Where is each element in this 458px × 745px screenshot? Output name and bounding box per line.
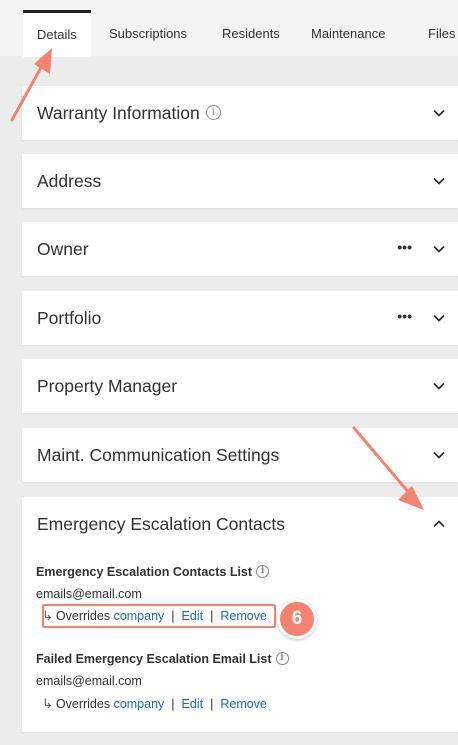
failed-list-label: Failed Emergency Escalation Email List i (36, 652, 289, 666)
failed-list-email: emails@email.com (36, 674, 142, 688)
chevron-down-icon[interactable] (432, 242, 446, 256)
contacts-list-email: emails@email.com (36, 587, 142, 601)
panel-title-text: Warranty Information (37, 103, 200, 123)
overrides-text: Overrides (55, 697, 114, 711)
panel-portfolio: Portfolio ••• (22, 291, 458, 345)
tab-details[interactable]: Details (23, 10, 91, 57)
panel-header[interactable]: Maint. Communication Settings (22, 428, 458, 482)
tab-maintenance[interactable]: Maintenance (311, 10, 385, 56)
panel-header[interactable]: Portfolio ••• (22, 291, 458, 345)
chevron-down-icon[interactable] (432, 174, 446, 188)
remove-link[interactable]: Remove (220, 697, 267, 711)
chevron-down-icon[interactable] (432, 448, 446, 462)
separator: | (210, 697, 214, 711)
panel-title: Property Manager (37, 376, 178, 396)
panel-header[interactable]: Address (22, 154, 458, 208)
info-icon[interactable]: i (275, 652, 289, 666)
panel-owner: Owner ••• (22, 222, 458, 276)
contacts-list-label: Emergency Escalation Contacts List i (36, 565, 270, 579)
chevron-down-icon[interactable] (432, 311, 446, 325)
chevron-up-icon[interactable] (432, 517, 446, 531)
step-badge: 6 (277, 599, 317, 639)
failed-list-label-text: Failed Emergency Escalation Email List (36, 652, 272, 666)
tab-subscriptions[interactable]: Subscriptions (109, 10, 187, 56)
panel-property-manager: Property Manager (22, 359, 458, 413)
tab-residents[interactable]: Residents (222, 10, 280, 56)
separator: | (171, 697, 175, 711)
info-icon[interactable]: i (205, 104, 221, 120)
tab-files[interactable]: Files (428, 10, 455, 56)
panel-warranty-information: Warranty Information i (22, 86, 458, 140)
panel-title: Portfolio (37, 308, 102, 328)
return-arrow-icon: ↳ (42, 696, 53, 711)
contacts-list-label-text: Emergency Escalation Contacts List (36, 565, 253, 579)
tab-bar: Details Subscriptions Residents Maintena… (0, 0, 458, 57)
panel-header[interactable]: Warranty Information i (22, 86, 458, 140)
panel-title: Maint. Communication Settings (37, 445, 280, 465)
panel-title: Address (37, 171, 102, 191)
company-link[interactable]: company (114, 697, 165, 711)
panel-maint-communication-settings: Maint. Communication Settings (22, 428, 458, 482)
panel-title: Owner (37, 239, 89, 259)
more-icon[interactable]: ••• (397, 306, 412, 326)
panel-header[interactable]: Owner ••• (22, 222, 458, 276)
chevron-down-icon[interactable] (432, 379, 446, 393)
panel-title: Warranty Information i (37, 86, 221, 140)
failed-list-override-row: ↳ Overrides company | Edit | Remove (42, 693, 267, 715)
edit-link[interactable]: Edit (182, 697, 204, 711)
panel-title: Emergency Escalation Contacts (37, 514, 286, 534)
panel-header[interactable]: Emergency Escalation Contacts (22, 497, 458, 551)
chevron-down-icon[interactable] (432, 106, 446, 120)
panel-address: Address (22, 154, 458, 208)
panel-header[interactable]: Property Manager (22, 359, 458, 413)
info-icon[interactable]: i (256, 565, 270, 579)
more-icon[interactable]: ••• (397, 237, 412, 257)
highlight-box (42, 604, 276, 628)
